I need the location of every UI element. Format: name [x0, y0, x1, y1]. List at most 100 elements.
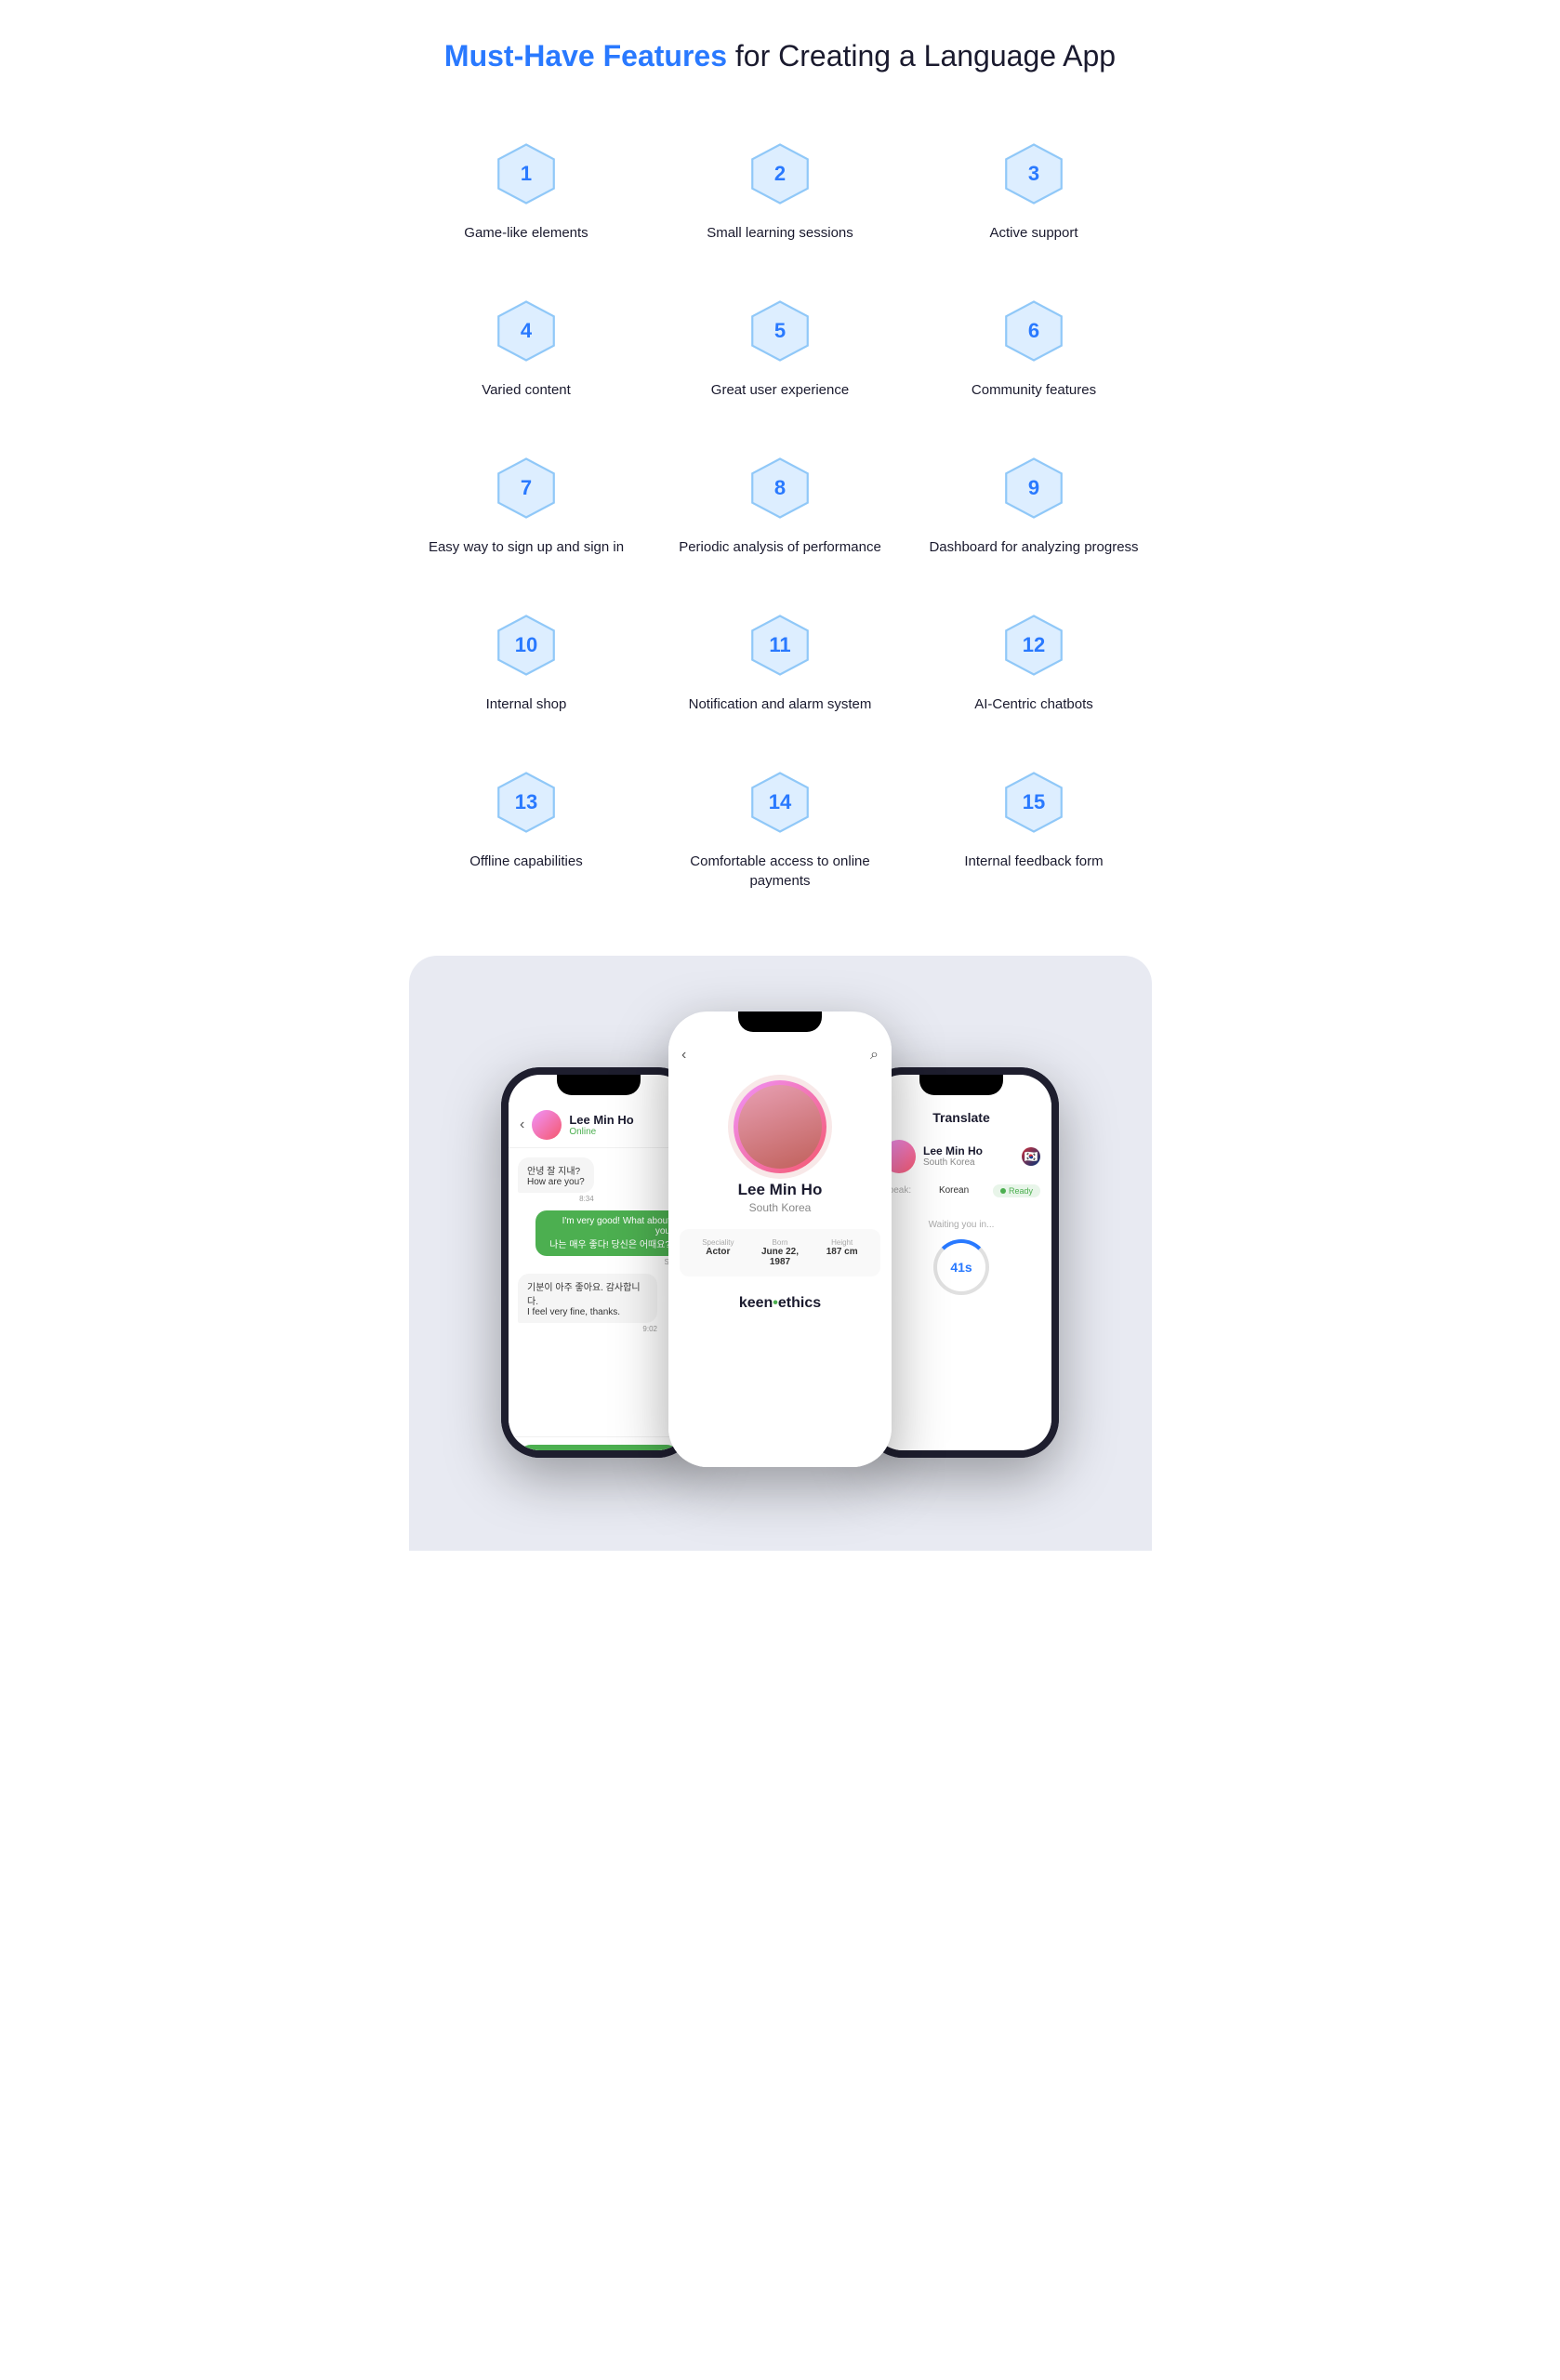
hexagon-wrapper: 15	[1001, 770, 1066, 835]
flag-icon: 🇰🇷	[1022, 1147, 1040, 1166]
feature-item-4: 4 Varied content	[409, 280, 644, 428]
hexagon-number: 13	[515, 790, 537, 814]
feature-item-14: 14 Comfortable access to online payments	[663, 751, 898, 919]
message-received-2: 기분이 아주 좋아요. 감사합니다. I feel very fine, tha…	[518, 1274, 657, 1333]
hexagon-6: 6	[1001, 298, 1066, 364]
profile-stats: Speciality Actor Born June 22, 1987 Heig…	[680, 1229, 880, 1276]
hexagon-number: 8	[774, 476, 786, 500]
hexagon-number: 1	[521, 162, 532, 186]
avatar	[532, 1110, 562, 1140]
feature-label: Varied content	[482, 380, 571, 400]
message-bubble-sent: I'm very good! What about you 나는 매우 좋다! …	[535, 1210, 680, 1256]
feature-item-6: 6 Community features	[917, 280, 1152, 428]
message-received-1: 안녕 잘 지내? How are you? 8:34	[518, 1157, 594, 1203]
message-sent-1: I'm very good! What about you 나는 매우 좋다! …	[535, 1210, 680, 1266]
hexagon-11: 11	[747, 613, 813, 678]
hexagon-10: 10	[494, 613, 559, 678]
hexagon-number: 15	[1023, 790, 1045, 814]
profile-name: Lee Min Ho	[738, 1181, 823, 1199]
feature-item-2: 2 Small learning sessions	[663, 123, 898, 271]
title-highlight: Must-Have Features	[444, 39, 727, 73]
hexagon-wrapper: 10	[494, 613, 559, 678]
speak-row: Speak: Korean Ready	[871, 1181, 1051, 1201]
main-container: Must-Have Features for Creating a Langua…	[390, 0, 1170, 1569]
feature-label: Periodic analysis of performance	[679, 537, 881, 557]
feature-item-8: 8 Periodic analysis of performance	[663, 437, 898, 585]
profile-search-icon[interactable]: ⌕	[870, 1047, 879, 1064]
feature-item-9: 9 Dashboard for analyzing progress	[917, 437, 1152, 585]
feature-item-5: 5 Great user experience	[663, 280, 898, 428]
hexagon-number: 2	[774, 162, 786, 186]
feature-label: Dashboard for analyzing progress	[929, 537, 1138, 557]
feature-item-10: 10 Internal shop	[409, 594, 644, 742]
feature-item-1: 1 Game-like elements	[409, 123, 644, 271]
hexagon-number: 10	[515, 633, 537, 657]
hexagon-15: 15	[1001, 770, 1066, 835]
hexagon-wrapper: 5	[747, 298, 813, 364]
feature-label: Small learning sessions	[707, 223, 853, 243]
feature-label: AI-Centric chatbots	[974, 694, 1093, 714]
chat-screen: ‹ Lee Min Ho Online 안녕 잘 지내	[509, 1103, 689, 1450]
hexagon-number: 6	[1028, 319, 1039, 343]
feature-item-12: 12 AI-Centric chatbots	[917, 594, 1152, 742]
hexagon-4: 4	[494, 298, 559, 364]
chat-input[interactable]: Do you know	[518, 1445, 680, 1450]
hexagon-wrapper: 1	[494, 141, 559, 206]
hexagon-14: 14	[747, 770, 813, 835]
back-arrow-icon[interactable]: ‹	[520, 1117, 524, 1133]
feature-label: Great user experience	[711, 380, 849, 400]
translate-screen: ‹ Translate Lee Min Ho South Korea 🇰🇷	[871, 1103, 1051, 1450]
feature-label: Active support	[989, 223, 1077, 243]
profile-back-icon[interactable]: ‹	[681, 1047, 686, 1064]
timer-circle: 41s	[933, 1239, 989, 1295]
profile-screen: ‹ ⌕ Lee Min Ho South Korea Speciality Ac…	[668, 1039, 892, 1467]
hexagon-wrapper: 14	[747, 770, 813, 835]
message-bubble: 안녕 잘 지내? How are you?	[518, 1157, 594, 1193]
translate-user-country: South Korea	[923, 1157, 983, 1168]
hexagon-number: 3	[1028, 162, 1039, 186]
stat-2: Born June 22, 1987	[751, 1238, 810, 1267]
hexagon-number: 12	[1023, 633, 1045, 657]
chat-header: ‹ Lee Min Ho Online	[509, 1103, 689, 1148]
feature-label: Internal shop	[486, 694, 567, 714]
hexagon-number: 14	[769, 790, 791, 814]
feature-item-7: 7 Easy way to sign up and sign in	[409, 437, 644, 585]
phone-right: ‹ Translate Lee Min Ho South Korea 🇰🇷	[864, 1067, 1059, 1458]
feature-label: Comfortable access to online payments	[672, 852, 889, 891]
chat-status: Online	[569, 1127, 633, 1137]
hexagon-12: 12	[1001, 613, 1066, 678]
stat-3: Height 187 cm	[813, 1238, 871, 1267]
hexagon-wrapper: 7	[494, 456, 559, 521]
hexagon-wrapper: 4	[494, 298, 559, 364]
hexagon-13: 13	[494, 770, 559, 835]
chat-user-name: Lee Min Ho	[569, 1113, 633, 1127]
hexagon-1: 1	[494, 141, 559, 206]
feature-item-15: 15 Internal feedback form	[917, 751, 1152, 919]
ready-badge: Ready	[993, 1184, 1040, 1197]
waiting-text: Waiting you in...	[890, 1220, 1033, 1230]
hexagon-7: 7	[494, 456, 559, 521]
hexagon-wrapper: 13	[494, 770, 559, 835]
feature-label: Community features	[972, 380, 1096, 400]
feature-item-11: 11 Notification and alarm system	[663, 594, 898, 742]
chat-messages: 안녕 잘 지내? How are you? 8:34 I'm very good…	[509, 1148, 689, 1436]
feature-label: Notification and alarm system	[689, 694, 872, 714]
title-rest: for Creating a Language App	[727, 39, 1116, 73]
brand-name: keen•ethics	[739, 1295, 821, 1312]
hexagon-number: 9	[1028, 476, 1039, 500]
hexagon-wrapper: 6	[1001, 298, 1066, 364]
stat-1: Speciality Actor	[689, 1238, 747, 1267]
hexagon-2: 2	[747, 141, 813, 206]
hexagon-wrapper: 9	[1001, 456, 1066, 521]
phone-section: ‹ Lee Min Ho Online 안녕 잘 지내	[409, 956, 1152, 1551]
profile-country: South Korea	[749, 1201, 812, 1214]
hexagon-number: 7	[521, 476, 532, 500]
hexagon-8: 8	[747, 456, 813, 521]
chat-input-bar[interactable]: Do you know	[509, 1436, 689, 1450]
feature-item-13: 13 Offline capabilities	[409, 751, 644, 919]
hexagon-wrapper: 12	[1001, 613, 1066, 678]
hexagon-3: 3	[1001, 141, 1066, 206]
profile-avatar	[734, 1080, 826, 1173]
message-bubble: 기분이 아주 좋아요. 감사합니다. I feel very fine, tha…	[518, 1274, 657, 1323]
features-grid: 1 Game-like elements 2 Small learning se…	[409, 123, 1152, 919]
